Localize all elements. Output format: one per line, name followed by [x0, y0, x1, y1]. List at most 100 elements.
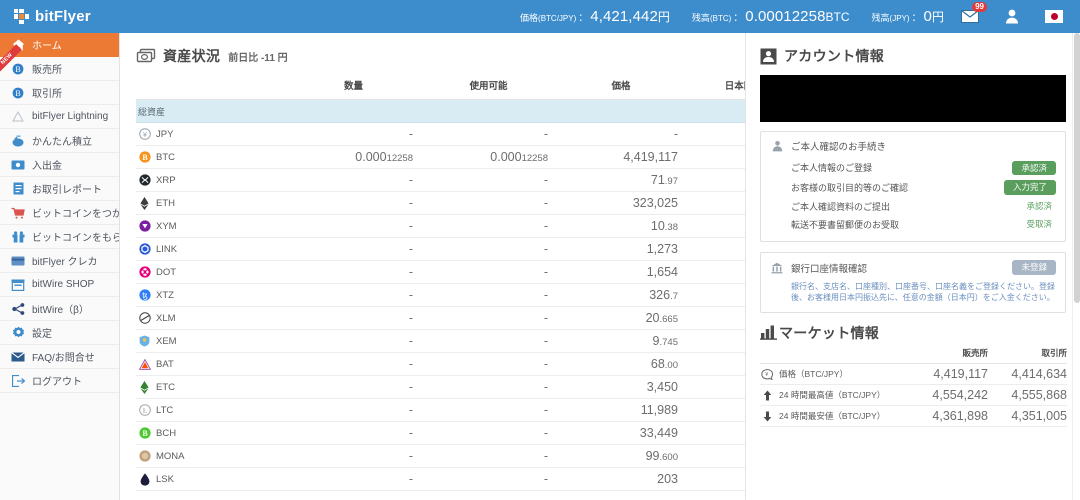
kyc-card: ご本人確認のお手続き ご本人情報のご登録 承認済 お客様の取引目的等のご確認 入…: [760, 131, 1066, 242]
table-row[interactable]: BAT - - 68.00 -: [136, 353, 811, 376]
sidebar-item-bitflyer-lightning[interactable]: bitFlyer Lightning: [0, 105, 119, 129]
status-badge[interactable]: 入力完了: [1004, 180, 1056, 195]
brand-name: bitFlyer: [35, 8, 91, 25]
table-row[interactable]: B BTC 0.00012258 0.00012258 4,419,117 54…: [136, 146, 811, 169]
asset-name-cell: MONA: [136, 445, 286, 468]
bank-card-header: 銀行口座情報確認 未登録: [770, 260, 1056, 275]
brand-logo[interactable]: bitFlyer: [0, 0, 120, 33]
asset-available: -: [421, 468, 556, 491]
asset-available-frac: 12258: [522, 153, 548, 164]
table-row[interactable]: ꜩ XTZ - - 326.7 -: [136, 284, 811, 307]
sidebar-item-settings[interactable]: 設定: [0, 321, 119, 345]
asset-symbol: BAT: [156, 359, 174, 370]
table-row[interactable]: B BCH - - 33,449 -: [136, 422, 811, 445]
asset-symbol: MONA: [156, 451, 185, 462]
credit-card-icon: [11, 254, 25, 268]
table-row[interactable]: XRP - - 71.97 -: [136, 169, 811, 192]
mail-icon[interactable]: 99: [960, 7, 980, 27]
table-row[interactable]: ETH - - 323,025 -: [136, 192, 811, 215]
table-row[interactable]: LINK - - 1,273 -: [136, 238, 811, 261]
asset-qty: 0.00012258: [286, 146, 421, 169]
table-row[interactable]: XLM - - 20.665 -: [136, 307, 811, 330]
sidebar-item-easy-savings[interactable]: かんたん積立: [0, 129, 119, 153]
ticker-balance-jpy: 残高 (JPY) ： 0 円: [872, 8, 944, 25]
kyc-row-label: ご本人確認資料のご提出: [791, 200, 890, 213]
kyc-row-mail-receipt: 転送不要書留郵便のお受取 受取済: [770, 215, 1056, 233]
user-icon[interactable]: [1002, 7, 1022, 27]
col-header-available: 使用可能: [421, 75, 556, 100]
market-row-price: ¥ 価格（BTC/JPY） 4,419,117 4,414,634: [760, 364, 1067, 385]
bank-card-heading-group: 銀行口座情報確認: [770, 261, 867, 275]
ethclassic-icon: [138, 381, 151, 394]
kyc-row-label: 転送不要書留郵便のお受取: [791, 218, 899, 231]
kyc-row-personal-info: ご本人情報のご登録 承認済: [770, 158, 1056, 178]
balance-btc-suffix: BTC: [826, 10, 850, 24]
market-sales-value: 4,554,242: [910, 385, 988, 406]
asset-qty: -: [286, 215, 421, 238]
sidebar-item-bitwire-beta[interactable]: bitWire（β）: [0, 297, 119, 321]
sidebar-item-label: ログアウト: [32, 373, 82, 388]
sidebar-item-sales-office[interactable]: NEW B 販売所: [0, 57, 119, 81]
kyc-row-trade-purpose: お客様の取引目的等のご確認 入力完了: [770, 178, 1056, 198]
table-row[interactable]: LSK - - 203 -: [136, 468, 811, 491]
table-row[interactable]: XEM - - 9.745 -: [136, 330, 811, 353]
asset-qty-int: 0.000: [355, 150, 386, 164]
status-badge[interactable]: 未登録: [1012, 260, 1056, 275]
market-row-label-cell: 24 時間最安値（BTC/JPY）: [760, 406, 910, 427]
triangle-icon: [11, 110, 25, 124]
ticker-price-suffix: 円: [658, 8, 670, 25]
chainlink-icon: [138, 243, 151, 256]
table-row[interactable]: ¥ JPY - - - -: [136, 123, 811, 146]
ticker-price-sep: ：: [576, 9, 590, 24]
sidebar-item-label: 取引所: [32, 85, 62, 100]
sidebar-item-logout[interactable]: ログアウト: [0, 369, 119, 393]
money-stack-icon: [136, 48, 156, 64]
asset-symbol: ETH: [156, 198, 175, 209]
asset-price-int: 10: [651, 219, 665, 233]
market-table: 販売所 取引所 ¥ 価格（BTC/JPY） 4,419,117 4,414,63…: [760, 347, 1067, 427]
market-row-label: 価格（BTC/JPY）: [779, 368, 848, 380]
svg-text:B: B: [15, 89, 20, 98]
asset-available: -: [421, 330, 556, 353]
asset-name-cell: BAT: [136, 353, 286, 376]
page-scrollbar[interactable]: [1072, 33, 1080, 500]
ticker-balance-btc: 残高 (BTC) ： 0.00012258 BTC: [692, 8, 850, 25]
assets-table-header-row: 数量 使用可能 価格 日本円換算: [136, 75, 811, 100]
asset-price: 1,654: [556, 261, 686, 284]
arrow-up-icon: [760, 390, 774, 401]
bank-card-heading-text: 銀行口座情報確認: [791, 261, 867, 275]
sidebar-item-bitflyer-credit-card[interactable]: bitFlyer クレカ: [0, 249, 119, 273]
scrollbar-thumb[interactable]: [1074, 33, 1080, 303]
status-badge[interactable]: 承認済: [1012, 161, 1056, 176]
sidebar-item-bitwire-shop[interactable]: bitWire SHOP: [0, 273, 119, 297]
table-row[interactable]: MONA - - 99.600 -: [136, 445, 811, 468]
table-row[interactable]: DOT - - 1,654 -: [136, 261, 811, 284]
asset-available: -: [421, 353, 556, 376]
asset-name-cell: ꜩ XTZ: [136, 284, 286, 307]
asset-panel-title: 資産状況: [163, 46, 220, 66]
asset-available: -: [421, 399, 556, 422]
asset-symbol: XRP: [156, 175, 176, 186]
table-row[interactable]: XYM - - 10.38 -: [136, 215, 811, 238]
sidebar-item-use-bitcoin[interactable]: ビットコインをつかう: [0, 201, 119, 225]
asset-panel-subtitle: 前日比 -11 円: [228, 49, 287, 64]
price-tag-icon: ¥: [760, 369, 774, 380]
asset-name-cell: XRP: [136, 169, 286, 192]
sidebar-item-trade-report[interactable]: お取引レポート: [0, 177, 119, 201]
table-row[interactable]: Ł LTC - - 11,989 -: [136, 399, 811, 422]
sidebar-item-get-bitcoin[interactable]: ビットコインをもらう: [0, 225, 119, 249]
asset-available: -: [421, 307, 556, 330]
sidebar-item-exchange[interactable]: B 取引所: [0, 81, 119, 105]
sidebar-item-faq-contact[interactable]: FAQ/お問合せ: [0, 345, 119, 369]
polkadot-icon: [138, 266, 151, 279]
balance-jpy-sep: ：: [910, 9, 924, 24]
japan-flag-icon[interactable]: [1044, 7, 1064, 27]
asset-price-int: 20: [646, 311, 660, 325]
asset-price-frac: .7: [670, 291, 678, 302]
market-row-24h-high: 24 時間最高値（BTC/JPY） 4,554,242 4,555,868: [760, 385, 1067, 406]
table-row[interactable]: ETC - - 3,450 -: [136, 376, 811, 399]
asset-price-frac: .745: [660, 337, 679, 348]
cart-icon: [11, 206, 25, 220]
account-person-icon: [760, 48, 777, 65]
sidebar-item-deposit-withdraw[interactable]: 入出金: [0, 153, 119, 177]
